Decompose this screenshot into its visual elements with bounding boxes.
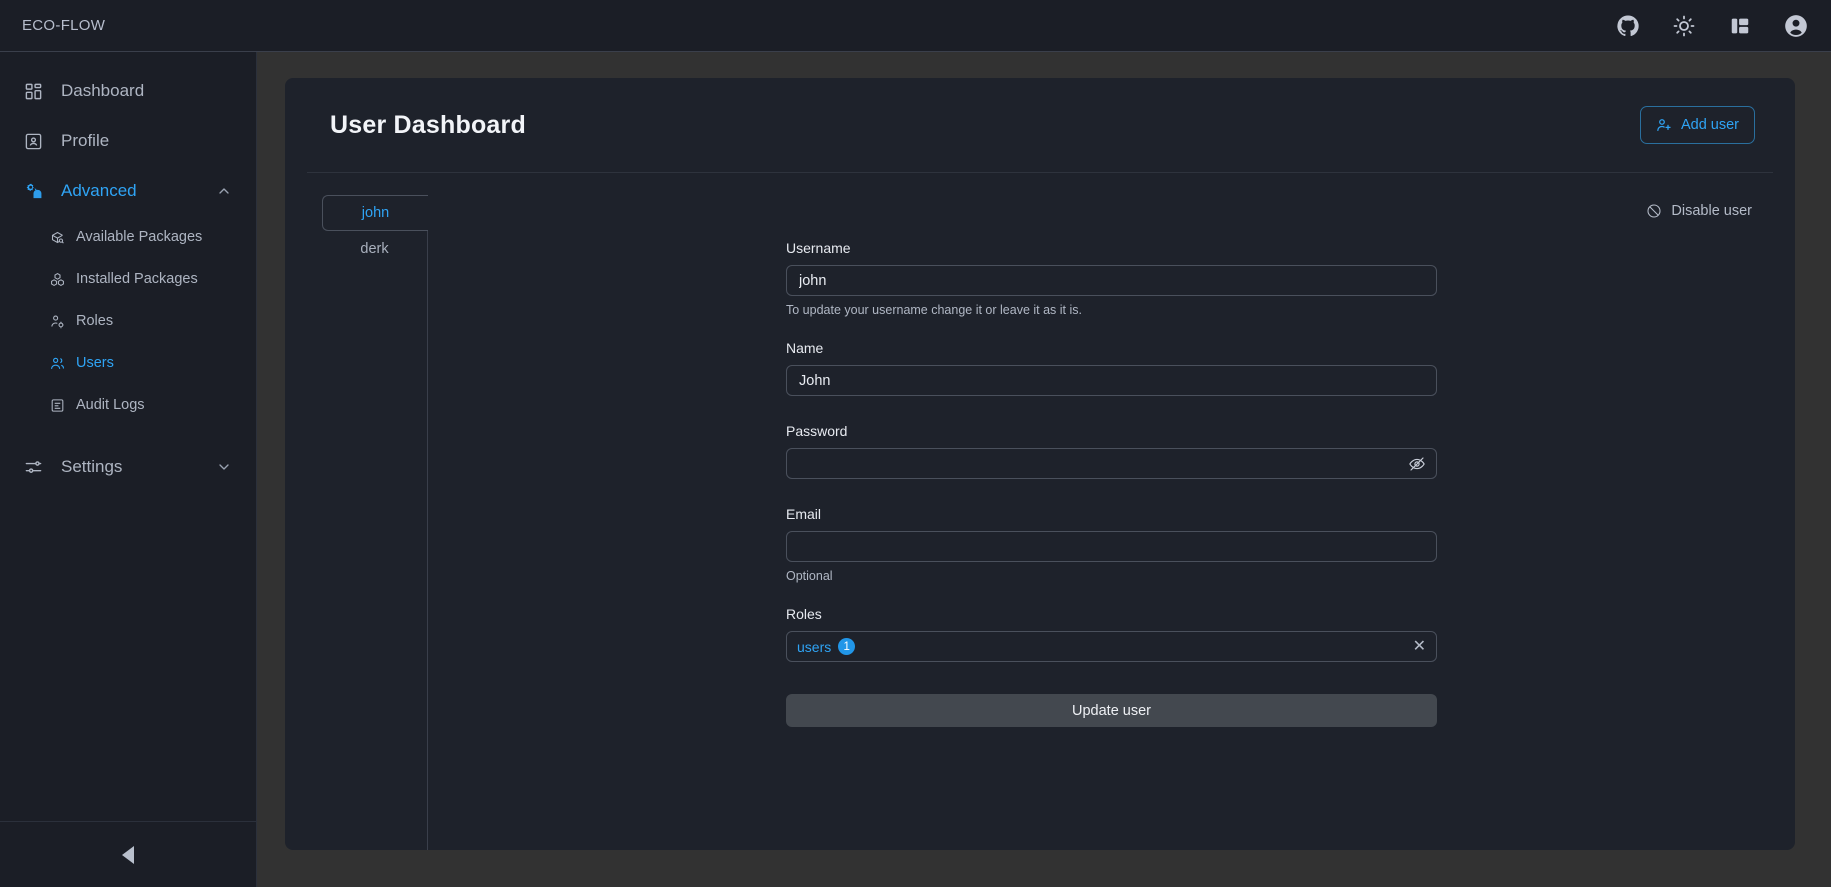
email-input[interactable] <box>786 531 1437 562</box>
sidebar-subitem-label: Available Packages <box>76 229 203 245</box>
password-field-group: Password <box>786 423 1437 479</box>
github-icon[interactable] <box>1615 13 1641 39</box>
clear-roles-button[interactable]: ✕ <box>1413 638 1426 655</box>
add-user-button[interactable]: Add user <box>1639 106 1755 144</box>
sidebar-item-label: Profile <box>61 131 110 150</box>
sidebar-item-audit-logs[interactable]: Audit Logs <box>0 384 256 426</box>
sidebar-subitem-label: Installed Packages <box>76 271 198 287</box>
app-shell: Dashboard Profile Advanced Available Pac… <box>0 52 1831 887</box>
advanced-cogs-icon <box>24 182 43 201</box>
profile-card-icon <box>24 132 43 151</box>
card-header: User Dashboard Add user <box>285 78 1795 144</box>
sidebar-nav: Dashboard Profile Advanced Available Pac… <box>0 52 256 821</box>
username-label: Username <box>786 240 851 256</box>
sun-icon[interactable] <box>1671 13 1697 39</box>
email-help-text: Optional <box>786 569 833 583</box>
username-input[interactable] <box>786 265 1437 296</box>
collapse-sidebar-icon[interactable] <box>122 845 134 864</box>
card-body: john derk Disable user Username john To … <box>285 173 1795 850</box>
sidebar-item-installed-packages[interactable]: Installed Packages <box>0 258 256 300</box>
user-plus-icon <box>1656 117 1672 133</box>
eye-off-icon[interactable] <box>1407 454 1427 474</box>
chevron-down-icon[interactable] <box>216 459 232 475</box>
main-content: User Dashboard Add user john derk Disabl… <box>257 52 1831 887</box>
sidebar-item-available-packages[interactable]: Available Packages <box>0 216 256 258</box>
chevron-up-icon[interactable] <box>216 183 232 199</box>
username-field-group: Username To update your username change … <box>786 240 1437 317</box>
update-user-button[interactable]: Update user <box>786 694 1437 727</box>
user-form-area: Disable user Username To update your use… <box>428 195 1795 850</box>
sidebar-item-advanced[interactable]: Advanced <box>0 166 256 216</box>
password-input-wrap <box>786 448 1437 479</box>
app-brand: ECO-FLOW <box>22 17 106 34</box>
username-help-text: To update your username change it or lea… <box>786 303 1082 317</box>
packages-stack-icon <box>50 272 65 287</box>
roles-select[interactable]: users 1 ✕ <box>786 631 1437 662</box>
users-icon <box>50 356 65 371</box>
disable-user-button[interactable]: Disable user <box>1646 203 1752 219</box>
ban-circle-icon <box>1646 203 1662 219</box>
password-label: Password <box>786 423 848 439</box>
disable-user-label: Disable user <box>1671 203 1752 219</box>
sidebar-item-settings[interactable]: Settings <box>0 442 256 492</box>
topbar-actions <box>1615 13 1809 39</box>
role-tag-label: users <box>797 638 832 655</box>
user-dashboard-card: User Dashboard Add user john derk Disabl… <box>285 78 1795 850</box>
role-count-badge: 1 <box>838 638 856 655</box>
name-input[interactable] <box>786 365 1437 396</box>
layout-panel-icon[interactable] <box>1727 13 1753 39</box>
sidebar-item-roles[interactable]: Roles <box>0 300 256 342</box>
sidebar: Dashboard Profile Advanced Available Pac… <box>0 52 257 887</box>
user-avatar-icon[interactable] <box>1783 13 1809 39</box>
package-search-icon <box>50 230 65 245</box>
email-label: Email <box>786 506 822 522</box>
sidebar-subitem-label: Roles <box>76 313 114 329</box>
user-tab-label: derk <box>360 241 389 257</box>
page-title: User Dashboard <box>330 110 526 139</box>
user-tab-john[interactable]: john <box>322 195 428 231</box>
name-field-group: Name <box>786 340 1437 396</box>
sliders-icon <box>24 458 43 477</box>
roles-field-group: Roles users 1 ✕ <box>786 606 1437 662</box>
sidebar-footer <box>0 821 256 887</box>
sidebar-item-label: Settings <box>61 457 123 476</box>
sidebar-subitem-label: Users <box>76 355 114 371</box>
user-tab-derk[interactable]: derk <box>322 231 427 267</box>
top-bar: ECO-FLOW <box>0 0 1831 52</box>
dashboard-grid-icon <box>24 82 43 101</box>
sidebar-item-profile[interactable]: Profile <box>0 116 256 166</box>
audit-log-icon <box>50 398 65 413</box>
sidebar-item-label: Advanced <box>61 181 137 200</box>
user-tab-list: john derk <box>322 195 428 850</box>
add-user-label: Add user <box>1680 117 1739 133</box>
sidebar-item-label: Dashboard <box>61 81 145 100</box>
name-label: Name <box>786 340 824 356</box>
user-form: Username To update your username change … <box>786 240 1437 727</box>
email-field-group: Email Optional <box>786 506 1437 583</box>
user-tab-label: john <box>361 205 390 221</box>
sidebar-item-users[interactable]: Users <box>0 342 256 384</box>
password-input[interactable] <box>786 448 1437 479</box>
roles-label: Roles <box>786 606 822 622</box>
sidebar-item-dashboard[interactable]: Dashboard <box>0 66 256 116</box>
sidebar-subitem-label: Audit Logs <box>76 397 145 413</box>
user-cog-icon <box>50 314 65 329</box>
role-tag-users[interactable]: users 1 <box>797 638 856 655</box>
